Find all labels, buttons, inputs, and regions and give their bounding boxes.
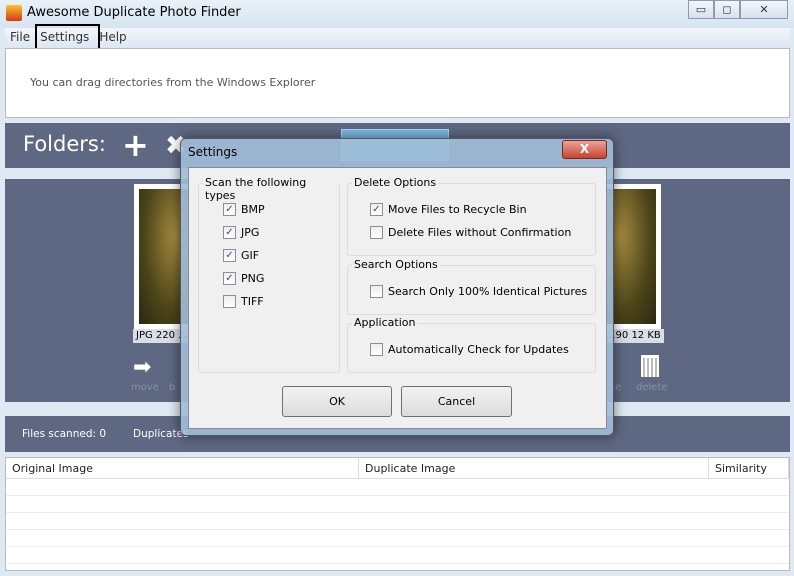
checkbox-delete-files-without-confirmation[interactable]: Delete Files without Confirmation [370, 226, 571, 239]
results-table: Original Image Duplicate Image Similarit… [5, 457, 790, 571]
checkbox-label: Automatically Check for Updates [388, 343, 569, 356]
checkbox-checked-icon[interactable]: ✓ [223, 226, 236, 239]
checkbox-label: JPG [241, 226, 260, 239]
settings-dialog: Settings X Scan the following types ✓ BMP… [180, 138, 614, 436]
checkbox-unchecked-icon[interactable] [223, 295, 236, 308]
column-similarity[interactable]: Similarity [709, 458, 789, 479]
checkbox-label: Delete Files without Confirmation [388, 226, 572, 239]
close-button[interactable]: ✕ [740, 0, 788, 19]
table-row [6, 513, 789, 530]
checkbox-label: BMP [241, 203, 265, 216]
checkbox-tiff[interactable]: TIFF [223, 295, 265, 308]
dialog-title: Settings [188, 145, 238, 159]
delete-label: delete [636, 382, 668, 393]
checkbox-label: TIFF [241, 295, 264, 308]
checkbox-checked-icon[interactable]: ✓ [223, 272, 236, 285]
group-title: Search Options [352, 258, 440, 271]
application-group: Application Automatically Check for Upda… [347, 316, 596, 373]
column-original[interactable]: Original Image [6, 458, 359, 479]
menu-file[interactable]: File [5, 28, 35, 48]
table-row [6, 496, 789, 513]
checkbox-unchecked-icon[interactable] [370, 285, 383, 298]
folder-drop-area[interactable]: You can drag directories from the Window… [5, 48, 790, 118]
folders-label: Folders: [23, 132, 106, 156]
dialog-close-button[interactable]: X [562, 140, 607, 159]
checkbox-move-files-to-recycle-bin[interactable]: ✓ Move Files to Recycle Bin [370, 203, 571, 216]
checkbox-bmp[interactable]: ✓ BMP [223, 203, 265, 216]
checkbox-automatically-check-for-updates[interactable]: Automatically Check for Updates [370, 343, 569, 356]
group-title: Scan the following types [203, 176, 339, 202]
move-icon[interactable]: ➡ [133, 355, 151, 380]
title-bar: Awesome Duplicate Photo Finder ▭ ◻ ✕ [0, 0, 794, 28]
add-folder-icon[interactable]: + [122, 126, 149, 164]
move-label: move [131, 382, 159, 393]
group-title: Application [352, 316, 418, 329]
checkbox-jpg[interactable]: ✓ JPG [223, 226, 265, 239]
drop-hint: You can drag directories from the Window… [30, 76, 316, 89]
checkbox-label: PNG [241, 272, 265, 285]
table-row [6, 547, 789, 564]
table-row [6, 479, 789, 496]
checkbox-search-only-100-identical-pictures[interactable]: Search Only 100% Identical Pictures [370, 285, 587, 298]
app-icon [6, 5, 22, 21]
cancel-button[interactable]: Cancel [401, 386, 512, 417]
minimize-button[interactable]: ▭ [688, 0, 714, 19]
files-scanned: Files scanned: 0 [22, 428, 107, 440]
checkbox-label: Move Files to Recycle Bin [388, 203, 527, 216]
group-title: Delete Options [352, 176, 439, 189]
ok-button[interactable]: OK [282, 386, 392, 417]
checkbox-gif[interactable]: ✓ GIF [223, 249, 265, 262]
search-options-group: Search Options Search Only 100% Identica… [347, 258, 596, 315]
checkbox-checked-icon[interactable]: ✓ [223, 249, 236, 262]
checkbox-unchecked-icon[interactable] [370, 226, 383, 239]
checkbox-checked-icon[interactable]: ✓ [370, 203, 383, 216]
checkbox-checked-icon[interactable]: ✓ [223, 203, 236, 216]
column-duplicate[interactable]: Duplicate Image [359, 458, 709, 479]
scan-types-group: Scan the following types ✓ BMP ✓ JPG ✓ GIF ✓ PN… [198, 176, 340, 373]
checkbox-png[interactable]: ✓ PNG [223, 272, 265, 285]
checkbox-label: Search Only 100% Identical Pictures [388, 285, 588, 298]
trash-icon[interactable] [641, 355, 659, 377]
menu-bar: File Settings Help [5, 28, 790, 48]
dialog-body: Scan the following types ✓ BMP ✓ JPG ✓ GIF ✓ PN… [188, 167, 607, 429]
checkbox-unchecked-icon[interactable] [370, 343, 383, 356]
delete-options-group: Delete Options ✓ Move Files to Recycle Bi… [347, 176, 596, 256]
checkbox-label: GIF [241, 249, 260, 262]
window-title: Awesome Duplicate Photo Finder [27, 5, 241, 20]
browse-label: b [169, 382, 176, 393]
table-row [6, 530, 789, 547]
maximize-button[interactable]: ◻ [714, 0, 740, 19]
